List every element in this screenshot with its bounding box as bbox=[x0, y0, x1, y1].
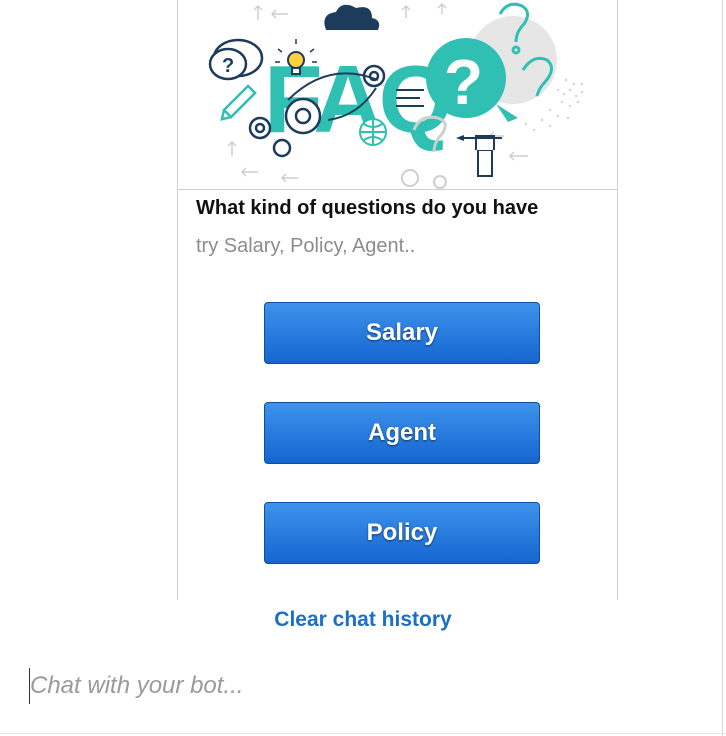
card-subtitle: try Salary, Policy, Agent.. bbox=[196, 235, 416, 257]
card-title: What kind of questions do you have bbox=[196, 197, 539, 219]
agent-button[interactable]: Agent bbox=[264, 402, 540, 464]
svg-text:?: ? bbox=[444, 46, 483, 118]
policy-button[interactable]: Policy bbox=[264, 502, 540, 564]
svg-text:?: ? bbox=[222, 55, 234, 77]
clear-chat-history-link[interactable]: Clear chat history bbox=[0, 608, 726, 632]
faq-hero-image: ? FAQ ? bbox=[178, 0, 617, 190]
salary-button[interactable]: Salary bbox=[264, 302, 540, 364]
hero-card: ? FAQ ? What kind of questions do you ha… bbox=[177, 0, 618, 600]
faq-illustration: ? FAQ ? bbox=[178, 0, 617, 189]
bottom-divider bbox=[0, 733, 726, 734]
chat-input[interactable] bbox=[29, 668, 690, 704]
